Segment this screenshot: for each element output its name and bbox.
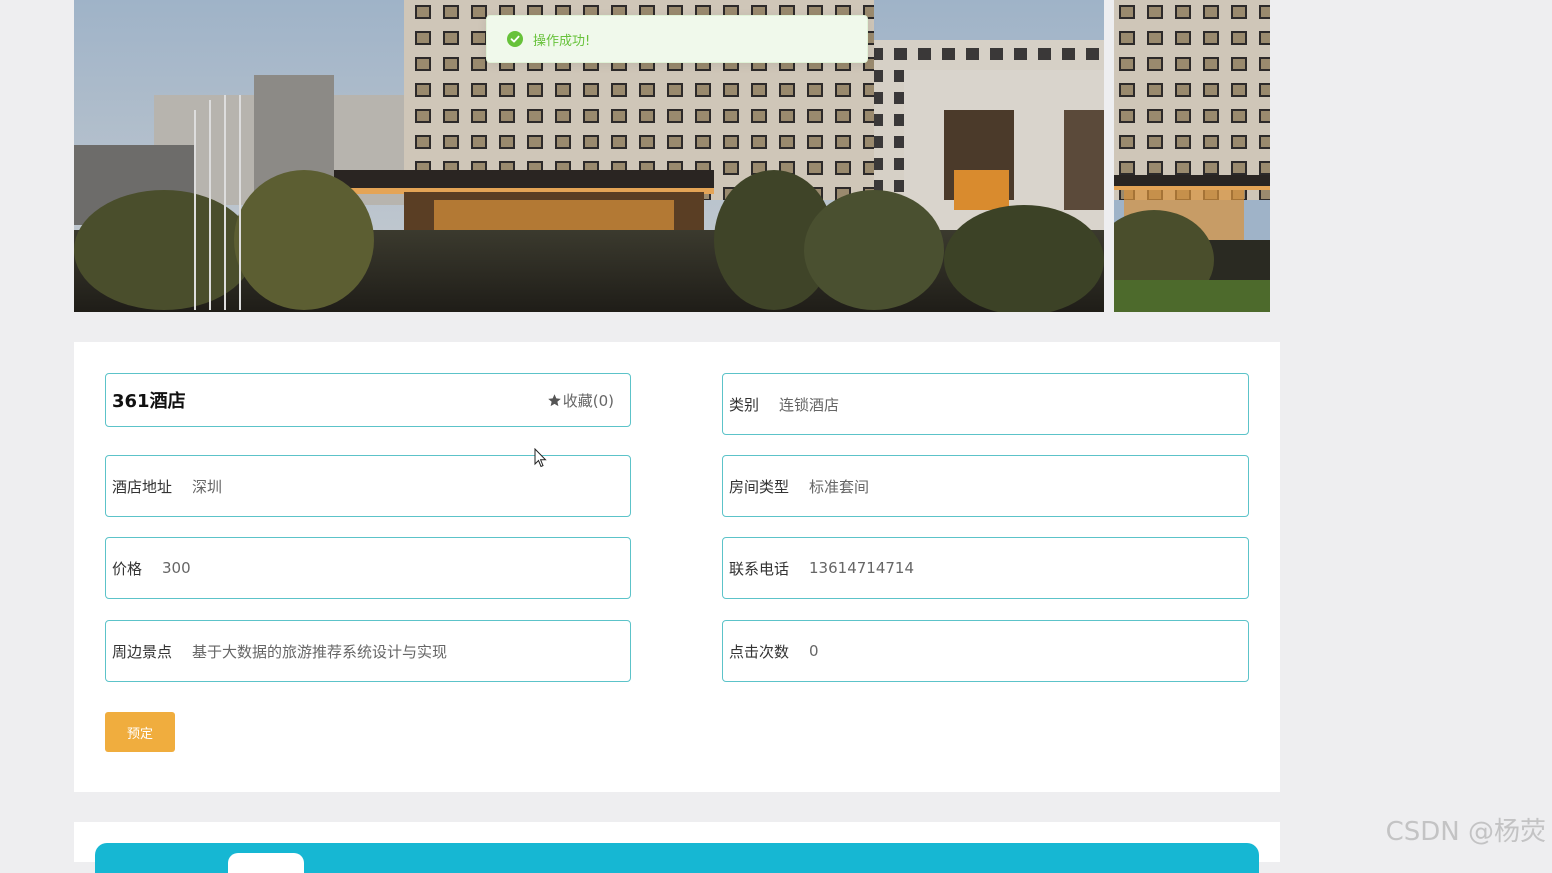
price-label: 价格 xyxy=(112,559,143,578)
tab-active[interactable] xyxy=(228,853,304,873)
price-value: 300 xyxy=(162,559,191,577)
star-icon xyxy=(548,393,561,406)
hotel-photo-next xyxy=(1114,0,1270,312)
hotel-detail-card: 361酒店 收藏(0) 类别 连锁酒店 酒店地址 深圳 房间类型 标准套间 价格… xyxy=(74,342,1280,792)
address-value: 深圳 xyxy=(192,477,223,496)
category-field: 类别 连锁酒店 xyxy=(722,373,1249,435)
success-toast: 操作成功! xyxy=(486,15,868,63)
address-label: 酒店地址 xyxy=(112,477,173,496)
click-count-value: 0 xyxy=(809,642,819,660)
hotel-name: 361酒店 xyxy=(112,391,186,412)
toast-message: 操作成功! xyxy=(533,33,591,49)
book-button[interactable]: 预定 xyxy=(105,712,175,752)
nearby-attractions-value: 基于大数据的旅游推荐系统设计与实现 xyxy=(192,642,448,661)
category-value: 连锁酒店 xyxy=(779,395,840,414)
hotel-title-box: 361酒店 收藏(0) xyxy=(105,373,631,427)
nearby-attractions-label: 周边景点 xyxy=(112,642,173,661)
section-tab-bar xyxy=(95,843,1259,873)
phone-value: 13614714714 xyxy=(809,559,914,577)
success-check-icon xyxy=(507,31,523,47)
watermark: CSDN @杨荧 xyxy=(1385,817,1546,847)
favorite-label: 收藏(0) xyxy=(562,391,614,410)
mouse-cursor-icon xyxy=(534,448,547,468)
category-label: 类别 xyxy=(729,395,760,414)
click-count-field: 点击次数 0 xyxy=(722,620,1249,682)
phone-label: 联系电话 xyxy=(729,559,790,578)
price-field: 价格 300 xyxy=(105,537,631,599)
favorite-button[interactable]: 收藏(0) xyxy=(547,390,614,411)
room-type-label: 房间类型 xyxy=(729,477,790,496)
phone-field: 联系电话 13614714714 xyxy=(722,537,1249,599)
carousel-slide-next xyxy=(1114,0,1270,312)
room-type-value: 标准套间 xyxy=(809,477,870,496)
nearby-attractions-field: 周边景点 基于大数据的旅游推荐系统设计与实现 xyxy=(105,620,631,682)
address-field: 酒店地址 深圳 xyxy=(105,455,631,517)
reviews-section xyxy=(74,822,1280,873)
click-count-label: 点击次数 xyxy=(729,642,790,661)
room-type-field: 房间类型 标准套间 xyxy=(722,455,1249,517)
